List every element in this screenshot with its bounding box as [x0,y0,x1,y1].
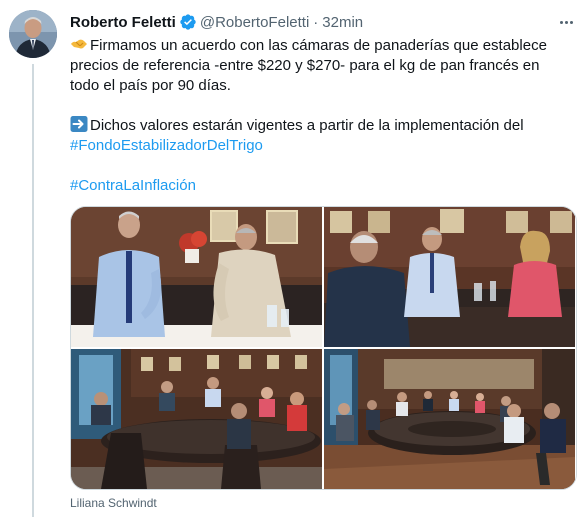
tweet-card[interactable]: Roberto Feletti @RobertoFeletti · 32min … [0,0,581,517]
header-separator: · [313,13,319,31]
handshake-emoji [70,36,88,58]
tweet-line-2: precios de referencia -entre $220 y $270… [70,57,540,74]
media-grid [70,206,577,490]
tweet-text: Firmamos un acuerdo con las cámaras de p… [70,36,575,196]
tweet-line-3: todo el país por 90 días. [70,77,231,94]
tweet-line-1-text: Firmamos un acuerdo con las cámaras de p… [90,37,547,54]
hashtag-fondo-estabilizador[interactable]: #FondoEstabilizadorDelTrigo [70,136,575,156]
tweet-timestamp[interactable]: 32min [322,14,363,31]
photo-credit: Liliana Schwindt [70,496,157,510]
author-handle[interactable]: @RobertoFeletti [200,14,309,31]
tweet-line-1: Firmamos un acuerdo con las cámaras de p… [70,36,575,56]
tweet-line-4: Dichos valores estarán vigentes a partir… [70,116,575,136]
photo-signing[interactable] [71,207,322,347]
verified-badge-icon [179,13,197,31]
thread-line [32,64,34,517]
right-arrow-emoji [70,116,88,138]
author-avatar[interactable] [9,10,57,58]
more-options-icon[interactable] [556,12,576,32]
photo-room-overview[interactable] [71,349,322,489]
author-name[interactable]: Roberto Feletti [70,14,176,31]
photo-meeting-table[interactable] [324,207,575,347]
tweet-line-4-text: Dichos valores estarán vigentes a partir… [90,117,524,134]
photo-round-table[interactable] [324,349,575,489]
tweet-header: Roberto Feletti @RobertoFeletti · 32min [70,12,363,32]
hashtag-contra-la-inflacion[interactable]: #ContraLaInflación [70,176,575,196]
